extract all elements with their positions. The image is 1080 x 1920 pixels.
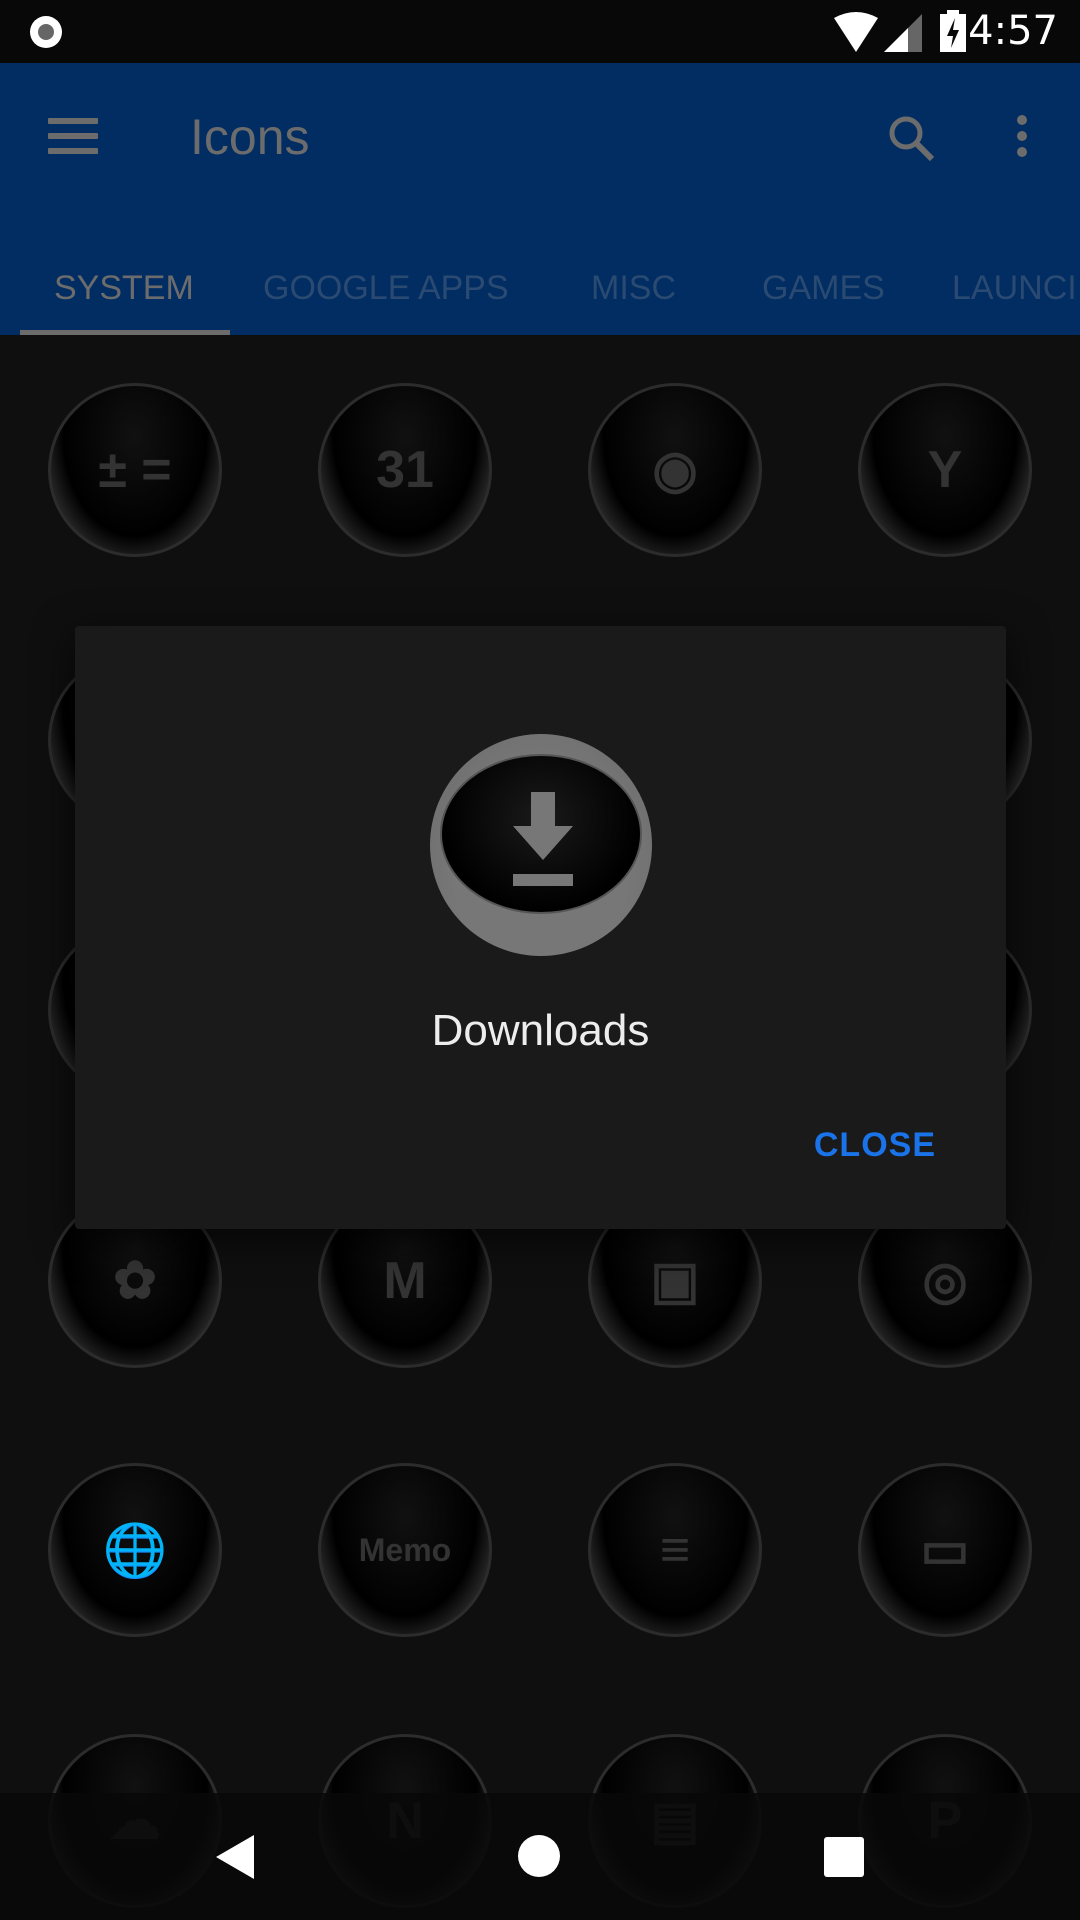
search-icon[interactable] (886, 113, 936, 163)
icon-glyph: ✿ (113, 1252, 157, 1310)
icon-glyph: ≡ (659, 1521, 691, 1579)
icon-glyph: 🌐 (102, 1521, 168, 1580)
icon-glyph: ± = (98, 441, 172, 499)
calculator-icon[interactable]: ± = (48, 383, 222, 557)
messages-icon[interactable]: ≡ (588, 1463, 762, 1637)
icon-glyph: ▣ (650, 1252, 700, 1310)
tab-launchers[interactable]: LAUNCI (952, 269, 1077, 308)
wifi-icon (834, 12, 878, 52)
tab-games[interactable]: GAMES (762, 269, 885, 308)
icon-glyph: M (383, 1252, 427, 1310)
record-icon (30, 16, 62, 48)
home-icon[interactable] (518, 1835, 560, 1877)
more-vert-icon[interactable] (1010, 115, 1034, 163)
icon-preview-dialog: Downloads CLOSE (75, 626, 1006, 1229)
tab-system[interactable]: SYSTEM (54, 269, 194, 308)
clock-icon[interactable]: Y (858, 383, 1032, 557)
close-button[interactable]: CLOSE (814, 1126, 936, 1165)
icon-glyph: ▭ (920, 1521, 970, 1579)
tab-misc[interactable]: MISC (591, 269, 676, 308)
recents-icon[interactable] (824, 1837, 864, 1877)
clock-time: 4:57 (968, 8, 1058, 54)
icon-glyph: Y (927, 441, 963, 499)
calendar-icon[interactable]: 31 (318, 383, 492, 557)
icon-glyph: ◎ (922, 1252, 968, 1310)
tab-bar: SYSTEM GOOGLE APPS MISC GAMES LAUNCI (0, 243, 1080, 335)
battery-charging-icon (940, 10, 966, 52)
page-title: Icons (190, 109, 310, 165)
signal-icon (884, 14, 922, 52)
status-bar: 4:57 (0, 0, 1080, 63)
app-bar: Icons SYSTEM GOOGLE APPS MISC GAMES LAUN… (0, 63, 1080, 335)
camera-icon[interactable]: ◉ (588, 383, 762, 557)
back-icon[interactable] (216, 1835, 254, 1879)
icon-name-label: Downloads (431, 1006, 650, 1055)
icon-glyph: 31 (376, 441, 434, 499)
globe-icon[interactable]: 🌐 (48, 1463, 222, 1637)
download-icon (430, 734, 652, 956)
active-tab-indicator (20, 330, 230, 335)
icon-glyph: ◉ (652, 441, 698, 499)
navigation-bar (0, 1793, 1080, 1920)
folder-icon[interactable]: ▭ (858, 1463, 1032, 1637)
tab-google-apps[interactable]: GOOGLE APPS (263, 269, 509, 308)
memo-icon[interactable]: Memo (318, 1463, 492, 1637)
menu-icon[interactable] (48, 118, 98, 154)
icon-glyph: Memo (358, 1531, 452, 1568)
